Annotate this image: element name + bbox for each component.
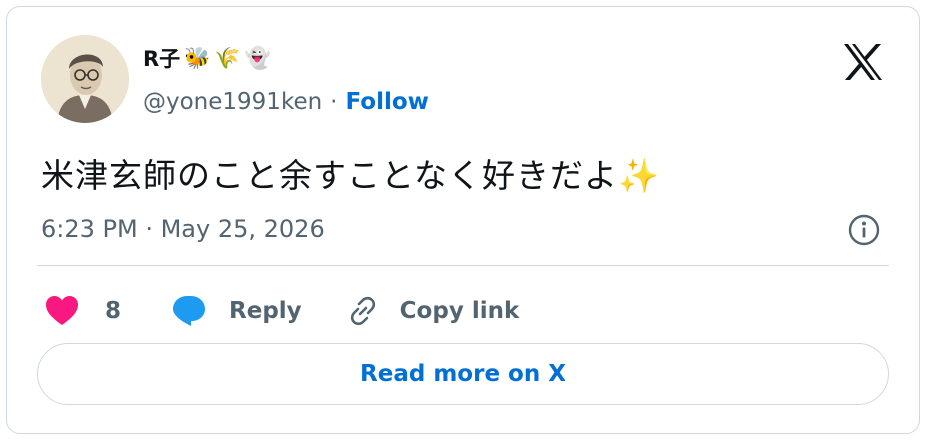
reply-bubble-icon bbox=[173, 296, 206, 326]
like-button[interactable]: 8 bbox=[45, 295, 121, 327]
tweet-timestamp[interactable]: 6:23 PM · May 25, 2026 bbox=[41, 215, 325, 243]
tweet-embed-card: R子 🐝 🌾 👻 @yone1991ken · Follow 米津玄師のこと余す… bbox=[6, 6, 920, 434]
sparkles-emoji: ✨ bbox=[618, 156, 661, 195]
copy-link-button[interactable]: Copy link bbox=[346, 294, 520, 328]
tweet-text: 米津玄師のこと余すことなく好きだよ✨ bbox=[41, 149, 660, 197]
reply-label: Reply bbox=[229, 298, 302, 324]
rice-emoji: 🌾 bbox=[214, 45, 241, 70]
action-bar: 8 Reply Copy link bbox=[45, 289, 519, 333]
display-name[interactable]: R子 bbox=[143, 43, 180, 73]
separator-dot: · bbox=[330, 89, 338, 115]
bee-emoji: 🐝 bbox=[184, 45, 211, 70]
x-logo-icon[interactable] bbox=[843, 43, 883, 81]
tweet-body: 米津玄師のこと余すことなく好きだよ bbox=[41, 156, 619, 195]
user-handle[interactable]: @yone1991ken bbox=[143, 89, 322, 115]
follow-link[interactable]: Follow bbox=[345, 89, 428, 115]
author-name-row[interactable]: R子 🐝 🌾 👻 bbox=[143, 43, 271, 73]
copy-link-label: Copy link bbox=[399, 298, 520, 324]
handle-row: @yone1991ken · Follow bbox=[143, 89, 429, 115]
divider bbox=[37, 265, 889, 266]
info-icon[interactable] bbox=[847, 213, 881, 247]
ghost-emoji: 👻 bbox=[244, 45, 271, 70]
heart-icon bbox=[46, 296, 78, 325]
like-count: 8 bbox=[105, 298, 122, 324]
avatar[interactable] bbox=[41, 35, 129, 123]
link-icon bbox=[350, 296, 375, 326]
reply-button[interactable]: Reply bbox=[171, 294, 302, 328]
read-more-button[interactable]: Read more on X bbox=[37, 343, 889, 405]
